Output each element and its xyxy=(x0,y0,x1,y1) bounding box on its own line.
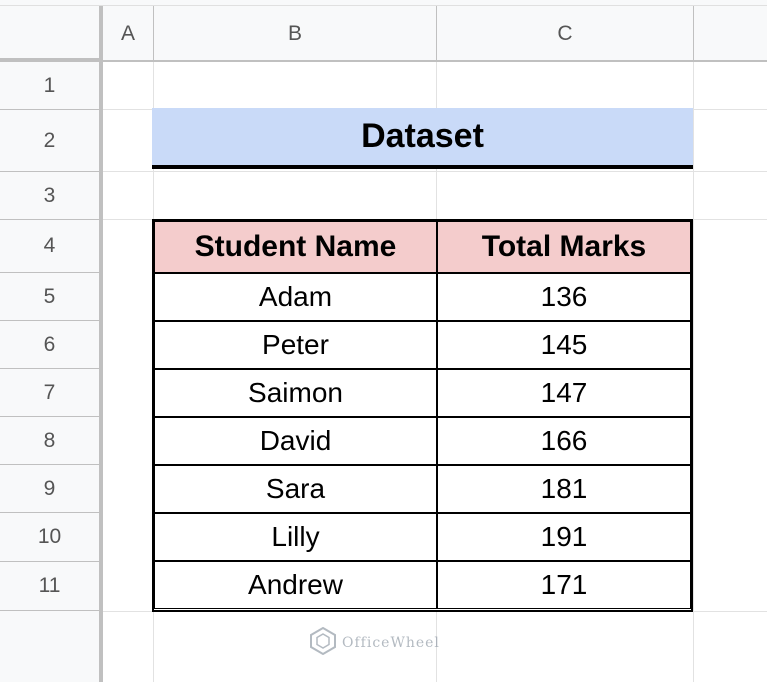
student-marks-table: Student Name Total Marks Adam 136 Peter … xyxy=(152,219,693,612)
row-header-9[interactable]: 9 xyxy=(0,465,103,513)
column-header-a[interactable]: A xyxy=(103,6,154,62)
gridline-horizontal xyxy=(103,171,767,172)
row-header-5[interactable]: 5 xyxy=(0,273,103,321)
select-all-corner[interactable] xyxy=(0,6,103,62)
cell-student-name[interactable]: David xyxy=(154,417,437,465)
gridline-vertical xyxy=(693,62,694,682)
watermark-text: OfficeWheel xyxy=(342,635,440,651)
cell-student-name[interactable]: Sara xyxy=(154,465,437,513)
officewheel-logo-icon xyxy=(310,626,336,660)
cell-student-name[interactable]: Adam xyxy=(154,273,437,321)
row-header-1[interactable]: 1 xyxy=(0,62,103,110)
cell-student-name[interactable]: Saimon xyxy=(154,369,437,417)
cell-total-marks[interactable]: 191 xyxy=(437,513,691,561)
column-header-c[interactable]: C xyxy=(437,6,694,62)
cell-total-marks[interactable]: 136 xyxy=(437,273,691,321)
cell-total-marks[interactable]: 166 xyxy=(437,417,691,465)
row-header-4[interactable]: 4 xyxy=(0,220,103,273)
row-header-11[interactable]: 11 xyxy=(0,562,103,611)
officewheel-watermark: OfficeWheel xyxy=(310,626,460,660)
header-student-name[interactable]: Student Name xyxy=(154,221,437,273)
cell-total-marks[interactable]: 147 xyxy=(437,369,691,417)
row-header-8[interactable]: 8 xyxy=(0,417,103,465)
cell-student-name[interactable]: Lilly xyxy=(154,513,437,561)
row-header-10[interactable]: 10 xyxy=(0,513,103,562)
row-header-3[interactable]: 3 xyxy=(0,172,103,220)
column-header-divider xyxy=(103,60,767,62)
column-header-b[interactable]: B xyxy=(154,6,437,62)
row-header-6[interactable]: 6 xyxy=(0,321,103,369)
column-header-d[interactable] xyxy=(694,6,767,62)
dataset-title[interactable]: Dataset xyxy=(152,108,693,169)
cell-total-marks[interactable]: 171 xyxy=(437,561,691,609)
row-header-2[interactable]: 2 xyxy=(0,110,103,172)
header-total-marks[interactable]: Total Marks xyxy=(437,221,691,273)
cell-total-marks[interactable]: 145 xyxy=(437,321,691,369)
cell-total-marks[interactable]: 181 xyxy=(437,465,691,513)
row-header-7[interactable]: 7 xyxy=(0,369,103,417)
cell-student-name[interactable]: Andrew xyxy=(154,561,437,609)
cell-student-name[interactable]: Peter xyxy=(154,321,437,369)
